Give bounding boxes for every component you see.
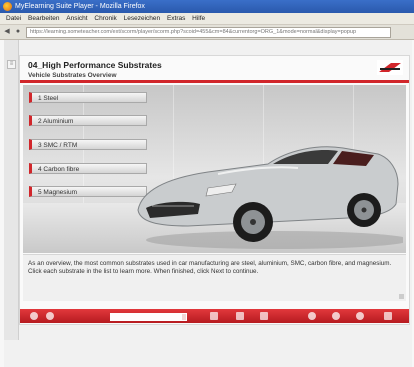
next-button-icon[interactable]	[356, 312, 364, 320]
back-button-icon[interactable]	[308, 312, 316, 320]
progress-fill	[111, 314, 183, 320]
exit-icon[interactable]	[384, 312, 392, 320]
car-stage: 1 Steel 2 Aluminium 3 SMC / RTM 4 Carbon…	[23, 85, 406, 253]
player-controlbar	[20, 309, 409, 323]
address-bar: ◀ ● https://learning.someteacher.com/ext…	[0, 25, 414, 40]
firefox-icon	[3, 2, 12, 11]
course-title: 04_High Performance Substrates	[28, 60, 162, 70]
lock-icon: ●	[15, 28, 21, 35]
menu-datei[interactable]: Datei	[6, 13, 21, 24]
browser-titlebar: MyElearning Suite Player - Mozilla Firef…	[0, 0, 414, 13]
print-icon[interactable]	[236, 312, 244, 320]
replay-icon[interactable]	[332, 312, 340, 320]
brand-logo-icon	[377, 60, 403, 75]
scroll-handle[interactable]	[399, 294, 404, 299]
progress-bar	[110, 313, 187, 321]
browser-menubar: Datei Bearbeiten Ansicht Chronik Lesezei…	[0, 13, 414, 25]
window-title: MyElearning Suite Player - Mozilla Firef…	[15, 3, 145, 10]
convertible-car-image	[137, 146, 403, 249]
course-subtitle: Vehicle Substrates Overview	[28, 72, 117, 79]
header-divider	[20, 80, 409, 83]
substrate-steel-button[interactable]: 1 Steel	[29, 92, 147, 103]
menu-hilfe[interactable]: Hilfe	[192, 13, 205, 24]
url-field[interactable]: https://learning.someteacher.com/ext/sco…	[26, 27, 391, 38]
menu-bearbeiten[interactable]: Bearbeiten	[28, 13, 59, 24]
arrow-left-icon[interactable]: ◀	[3, 28, 11, 36]
description-text: As an overview, the most common substrat…	[28, 260, 392, 275]
glossary-icon[interactable]	[210, 312, 218, 320]
menu-extras[interactable]: Extras	[167, 13, 185, 24]
audio-icon[interactable]	[46, 312, 54, 320]
left-sidebar: ≡	[4, 40, 19, 340]
course-frame: 04_High Performance Substrates Vehicle S…	[19, 55, 410, 325]
description-panel: As an overview, the most common substrat…	[23, 254, 406, 301]
menu-chronik[interactable]: Chronik	[94, 13, 116, 24]
menu-lesezeichen[interactable]: Lesezeichen	[124, 13, 161, 24]
sidebar-toggle-icon[interactable]: ≡	[7, 60, 16, 69]
menu-ansicht[interactable]: Ansicht	[66, 13, 87, 24]
menu-icon[interactable]	[30, 312, 38, 320]
help-icon[interactable]	[260, 312, 268, 320]
